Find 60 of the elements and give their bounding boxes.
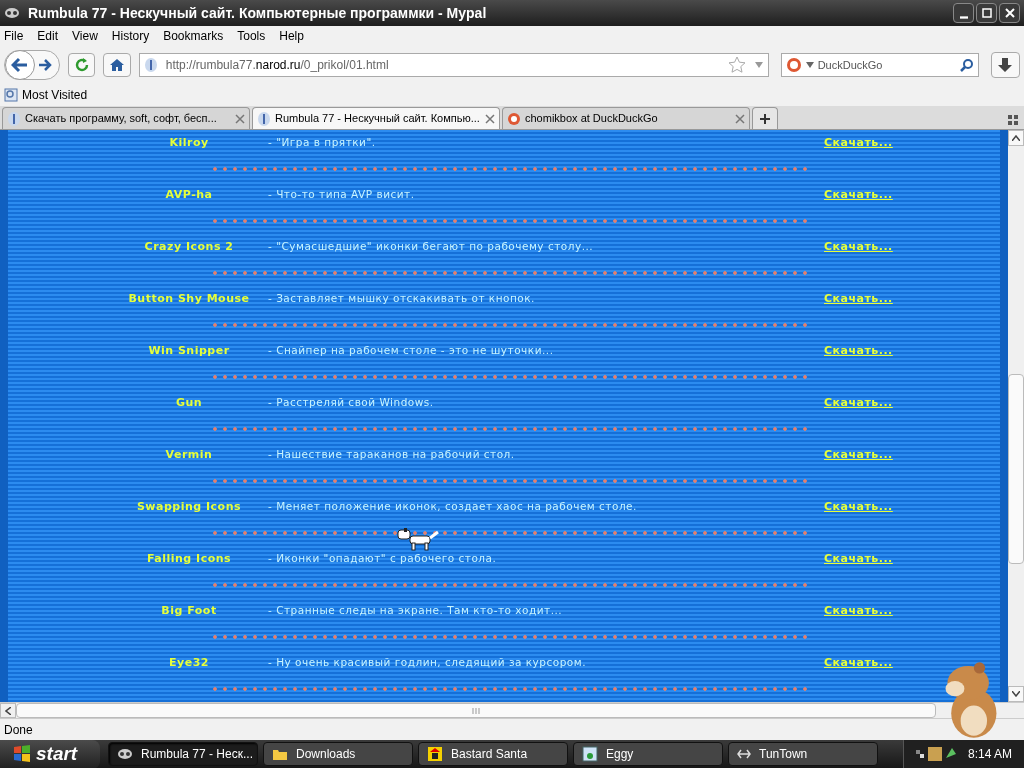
taskbar-button[interactable]: Bastard Santa [418, 742, 568, 767]
program-name: AVP-ha [164, 186, 214, 203]
program-description: - Нашествие тараканов на рабочий стол. [268, 447, 516, 463]
window-title: Rumbula 77 - Нескучный сайт. Компьютерные программки - Mypal [28, 3, 488, 23]
download-link[interactable]: Скачать... [824, 134, 893, 152]
status-text: Done [4, 721, 33, 739]
menu-item[interactable]: Bookmarks [163, 27, 224, 45]
program-name: Eye32 [168, 654, 210, 671]
search-bar[interactable]: DuckDuckGo [780, 53, 979, 77]
start-button[interactable]: start [0, 740, 100, 768]
address-field[interactable]: http://rumbula77.narod.ru/0_prikol/01.html [138, 53, 769, 77]
download-link[interactable]: Скачать... [824, 238, 893, 256]
download-link[interactable]: Скачать... [824, 186, 893, 204]
menu-item[interactable]: View [72, 27, 98, 45]
download-link[interactable]: Скачать... [824, 498, 893, 516]
url-text: http://rumbula77.narod.ru/0_prikol/01.html [165, 57, 390, 74]
program-description: - Снайпер на рабочем столе - это не шуточки... [268, 343, 555, 359]
program-description: - Иконки "опадают" с рабочего стола. [268, 551, 498, 567]
download-link[interactable]: Скачать... [824, 550, 893, 568]
program-name: Vermin [164, 446, 214, 463]
menu-item[interactable]: Help [279, 27, 304, 45]
program-description: - "Сумасшедшие" иконки бегают по рабочему столу... [268, 239, 595, 255]
program-description: - Меняет положение иконок, создает хаос на рабочем столе. [268, 499, 638, 515]
menu-item[interactable]: File [4, 27, 24, 45]
program-description: - Заставляет мышку отскакивать от кнопок. [268, 291, 536, 307]
download-link[interactable]: Скачать... [824, 654, 893, 672]
bookmark-folder[interactable]: Most Visited [4, 86, 88, 104]
tab-label: chomikbox at DuckDuckGo [525, 111, 659, 127]
taskbar-button[interactable]: TunTown [728, 742, 878, 767]
browser-tab[interactable]: Rumbula 77 - Нескучный сайт. Компью... [252, 107, 500, 129]
program-description: - Ну очень красивый годлин, следящий за курсором. [268, 655, 588, 671]
download-link[interactable]: Скачать... [824, 602, 893, 620]
download-link[interactable]: Скачать... [824, 446, 893, 464]
search-field[interactable]: DuckDuckGo [817, 56, 956, 74]
browser-tab[interactable]: Скачать программу, soft, софт, бесп... [2, 107, 250, 129]
tab-label: Rumbula 77 - Нескучный сайт. Компью... [275, 111, 481, 127]
taskbar-button[interactable]: Rumbula 77 - Неск... [108, 742, 258, 767]
program-name: Gun [174, 394, 204, 411]
program-name: Falling Icons [145, 550, 233, 567]
menu-item[interactable]: Tools [237, 27, 266, 45]
menu-item[interactable]: Edit [37, 27, 59, 45]
program-name: Swapping Icons [135, 498, 243, 515]
browser-tab[interactable]: chomikbox at DuckDuckGo [502, 107, 750, 129]
download-link[interactable]: Скачать... [824, 394, 893, 412]
program-description: - Расстреляй свой Windows. [268, 395, 435, 411]
clock: 8:14 AM [967, 746, 1012, 764]
program-name: Win Snipper [147, 342, 231, 359]
program-description: - Странные следы на экране. Там кто-то ходит... [268, 603, 564, 619]
program-name: Crazy Icons 2 [143, 238, 235, 255]
program-name: Button Shy Mouse [127, 290, 251, 307]
download-link[interactable]: Скачать... [824, 342, 893, 360]
program-description: - "Игра в прятки". [268, 135, 377, 151]
program-name: Big Foot [160, 602, 218, 619]
program-name: Kilroy [168, 134, 210, 151]
download-link[interactable]: Скачать... [824, 290, 893, 308]
taskbar-button[interactable]: Downloads [263, 742, 413, 767]
program-description: - Что-то типа AVP висит. [268, 187, 416, 203]
menu-item[interactable]: History [111, 27, 150, 45]
tab-label: Скачать программу, soft, софт, бесп... [25, 111, 218, 127]
taskbar-button[interactable]: Eggy [573, 742, 723, 767]
